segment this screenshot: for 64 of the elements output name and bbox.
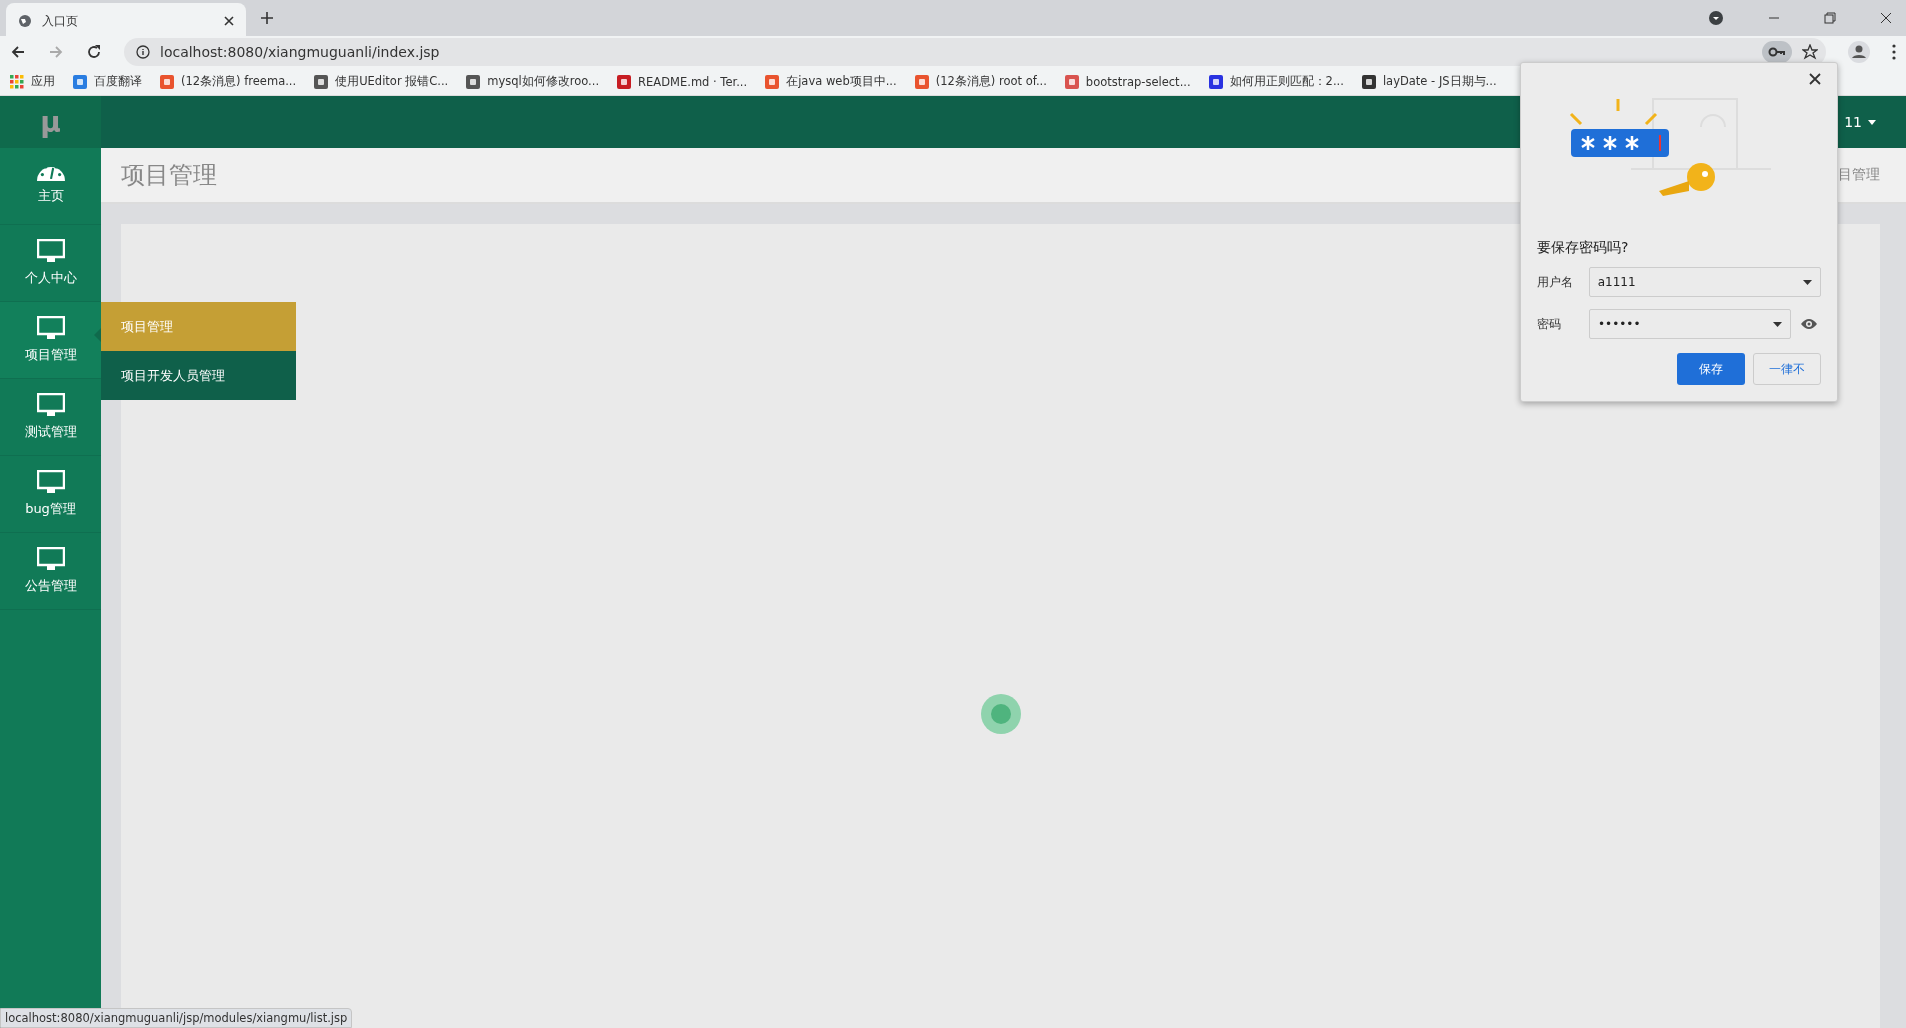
status-url: localhost:8080/xiangmuguanli/jsp/modules/xiangmu/list.jsp bbox=[0, 1008, 353, 1028]
page-title: 项目管理 bbox=[121, 160, 217, 191]
site-favicon-icon bbox=[1361, 74, 1376, 89]
apps-grid-icon bbox=[10, 74, 24, 89]
site-favicon-icon bbox=[314, 74, 329, 89]
site-favicon-icon bbox=[160, 74, 174, 89]
bookmark[interactable]: 应用 bbox=[10, 74, 55, 89]
close-icon[interactable] bbox=[1880, 12, 1892, 24]
bookmark[interactable]: 百度翻译 bbox=[73, 74, 142, 89]
bookmark[interactable]: layDate - JS日期与... bbox=[1361, 74, 1497, 89]
back-icon[interactable] bbox=[10, 44, 26, 60]
restore-icon[interactable] bbox=[1824, 12, 1836, 24]
site-favicon-icon bbox=[1064, 74, 1079, 89]
password-field[interactable]: •••••• bbox=[1589, 309, 1791, 339]
monitor-icon bbox=[36, 316, 65, 340]
bookmark[interactable]: 如何用正则匹配：2... bbox=[1208, 74, 1344, 89]
monitor-icon bbox=[36, 239, 65, 263]
field-label: 密码 bbox=[1537, 315, 1562, 333]
bookmark[interactable]: bootstrap-select... bbox=[1064, 74, 1191, 89]
site-favicon-icon bbox=[466, 74, 481, 89]
profile-icon[interactable] bbox=[1848, 41, 1870, 63]
close-icon[interactable] bbox=[224, 16, 234, 26]
bookmark[interactable]: mysql如何修改roo... bbox=[466, 74, 600, 89]
site-favicon-icon bbox=[765, 74, 780, 89]
caret-icon bbox=[1868, 119, 1876, 125]
browser-tab[interactable]: 入口页 bbox=[6, 3, 246, 39]
submenu-item[interactable]: 项目开发人员管理 bbox=[101, 351, 296, 400]
field-label: 用户名 bbox=[1537, 273, 1574, 291]
bookmark[interactable]: (12条消息) root of... bbox=[914, 74, 1047, 89]
url-text: localhost:8080/xiangmuguanli/index.jsp bbox=[160, 44, 440, 60]
caret-icon bbox=[1773, 321, 1782, 327]
bookmark[interactable]: 使用UEditor 报错C... bbox=[314, 74, 449, 89]
info-icon bbox=[136, 45, 150, 59]
monitor-icon bbox=[36, 470, 65, 494]
bookmark[interactable]: README.md · Ter... bbox=[617, 74, 748, 89]
bookmark[interactable]: (12条消息) freema... bbox=[160, 74, 297, 89]
username-field[interactable]: a1111 bbox=[1588, 267, 1821, 297]
eye-icon[interactable] bbox=[1801, 318, 1817, 330]
star-icon[interactable] bbox=[1802, 44, 1818, 60]
site-favicon-icon bbox=[73, 74, 87, 89]
menu-icon[interactable] bbox=[1892, 44, 1896, 60]
globe-icon bbox=[18, 14, 32, 28]
caret-icon bbox=[1803, 279, 1812, 285]
dashboard-icon bbox=[36, 167, 65, 181]
loading-spinner-icon bbox=[981, 694, 1021, 734]
site-favicon-icon bbox=[617, 74, 632, 89]
site-favicon-icon bbox=[914, 74, 929, 89]
tab-title: 入口页 bbox=[42, 12, 79, 30]
site-favicon-icon bbox=[1208, 74, 1223, 89]
reload-icon[interactable] bbox=[86, 44, 102, 60]
user-menu[interactable]: 11 bbox=[1844, 114, 1876, 130]
logo: μ bbox=[0, 96, 101, 148]
address-bar[interactable]: localhost:8080/xiangmuguanli/index.jsp bbox=[124, 38, 1826, 66]
new-tab-icon[interactable] bbox=[260, 11, 274, 25]
never-button[interactable]: 一律不 bbox=[1753, 353, 1821, 385]
dialog-title: 要保存密码吗? bbox=[1537, 239, 1630, 257]
bookmark[interactable]: 在java web项目中... bbox=[765, 74, 897, 89]
close-icon[interactable] bbox=[1809, 73, 1821, 85]
monitor-icon bbox=[36, 393, 65, 417]
monitor-icon bbox=[36, 547, 65, 571]
key-icon[interactable] bbox=[1762, 41, 1792, 63]
save-button[interactable]: 保存 bbox=[1677, 353, 1745, 385]
sidebar-item[interactable]: 项目管理 bbox=[0, 302, 101, 379]
tab-search-icon[interactable] bbox=[1708, 10, 1724, 26]
